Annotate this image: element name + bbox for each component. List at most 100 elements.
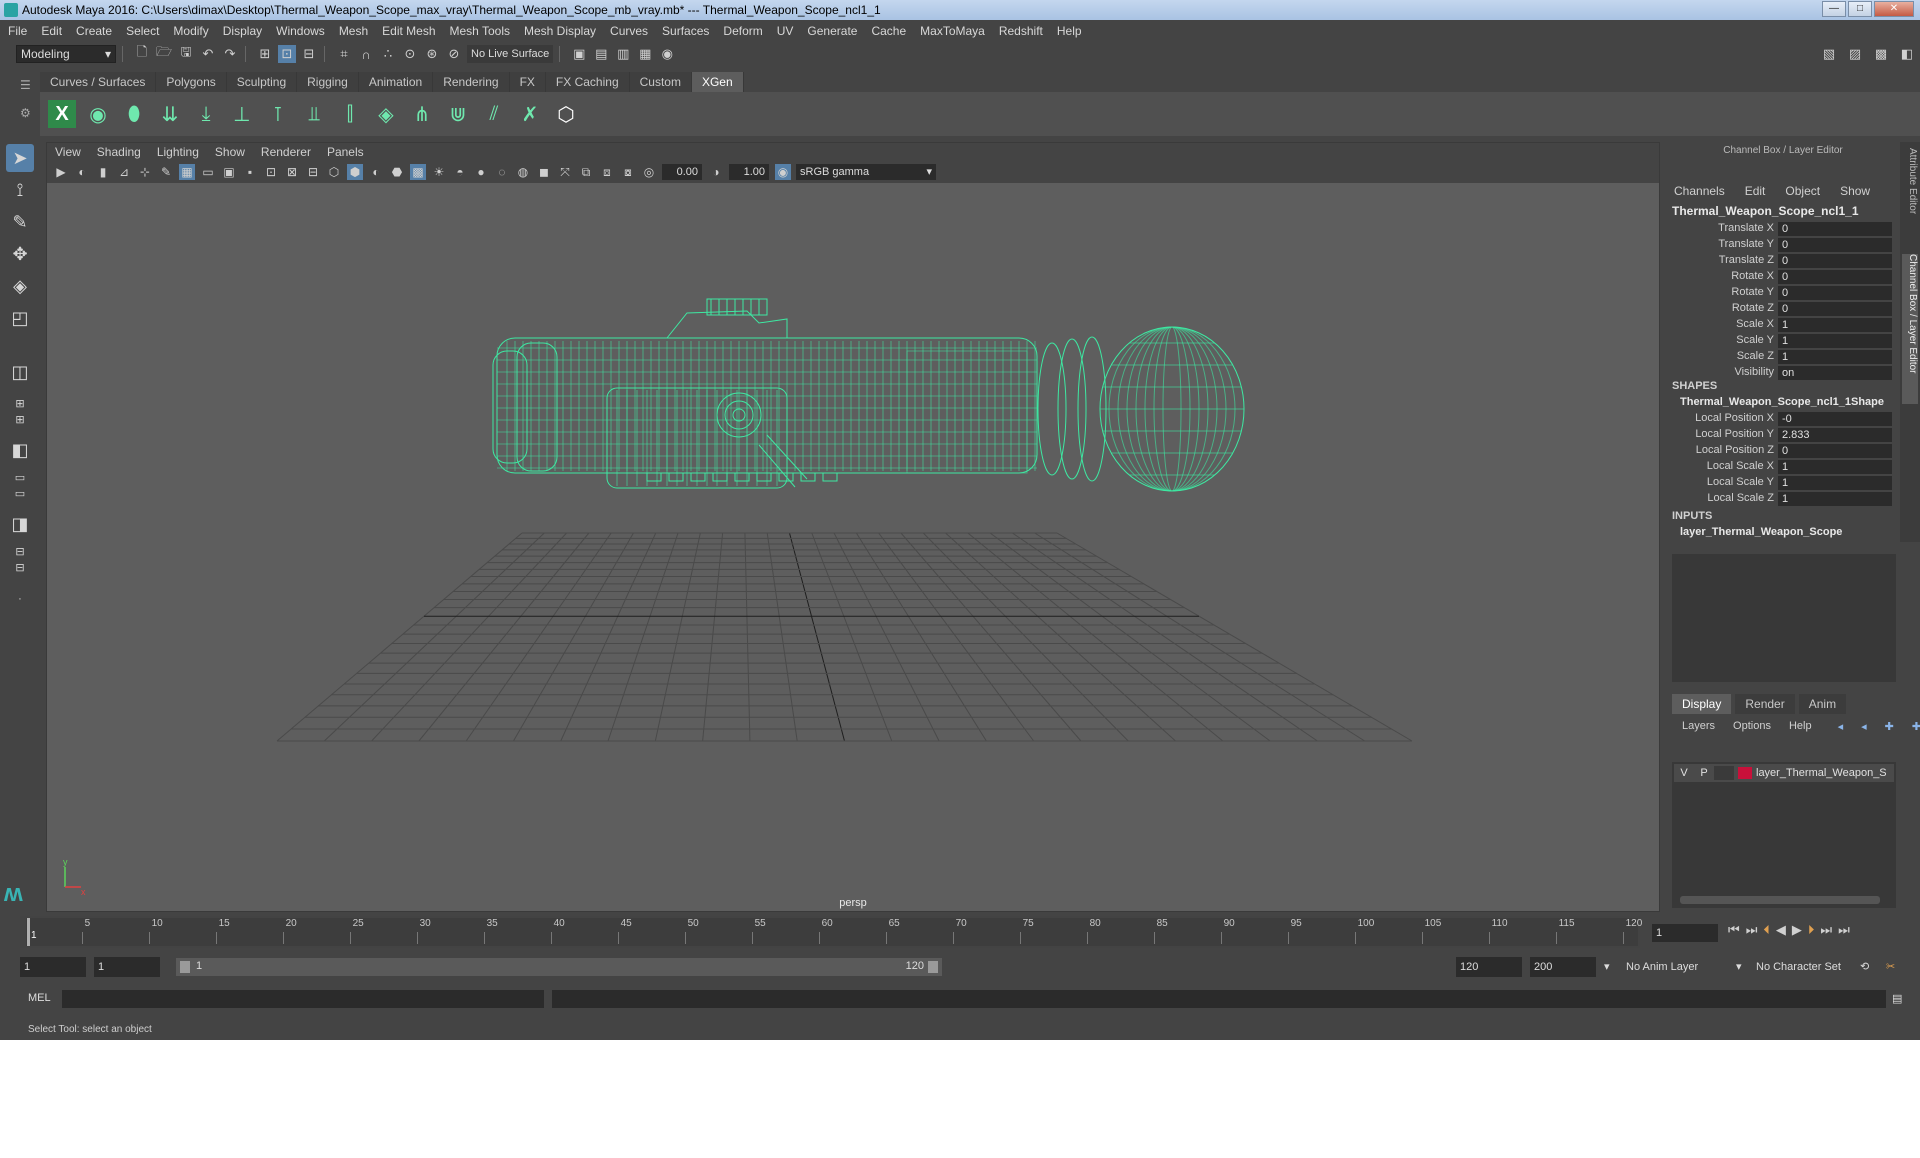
tab-sculpting[interactable]: Sculpting [226, 72, 298, 92]
new-layer-selected-icon[interactable]: ✚ [1912, 720, 1920, 733]
xgen-create-description-icon[interactable]: ⬮ [120, 100, 148, 128]
shape-channel-row[interactable]: Local Position Y 2.833 [1666, 428, 1896, 442]
channel-value[interactable]: 0 [1778, 270, 1892, 284]
xgen-delete-icon[interactable]: ✗ [516, 100, 544, 128]
channel-row[interactable]: Translate X 0 [1666, 222, 1896, 236]
channel-box-tab[interactable]: Channel Box / Layer Editor [1902, 254, 1918, 404]
rotate-tool-icon[interactable]: ◈ [6, 272, 34, 300]
depth-of-field-icon[interactable]: ◼ [536, 164, 552, 180]
channel-value[interactable]: 1 [1778, 334, 1892, 348]
menu-curves[interactable]: Curves [610, 24, 648, 38]
channels-edit-menu[interactable]: Edit [1745, 184, 1766, 198]
layout-four-icon[interactable]: ⊞ [6, 412, 34, 426]
minimize-button[interactable]: — [1822, 1, 1846, 17]
select-object-icon[interactable]: ⊡ [278, 45, 296, 63]
menu-generate[interactable]: Generate [807, 24, 857, 38]
channel-row[interactable]: Rotate Y 0 [1666, 286, 1896, 300]
render-settings-icon[interactable]: ▦ [636, 45, 654, 63]
character-set-dropdown[interactable]: No Character Set [1756, 957, 1868, 977]
layout-persp-outliner-icon[interactable]: ⊟ [6, 544, 34, 558]
channel-row[interactable]: Translate Y 0 [1666, 238, 1896, 252]
channel-value[interactable]: 2.833 [1778, 428, 1892, 442]
step-forward-key-icon[interactable]: ⏭ [1820, 922, 1832, 938]
toolbox-more-icon[interactable]: · [6, 592, 34, 606]
layout-graph-icon[interactable]: ▭ [6, 486, 34, 500]
command-input[interactable] [62, 990, 544, 1008]
shape-channel-row[interactable]: Local Position X -0 [1666, 412, 1896, 426]
current-time-marker[interactable] [27, 918, 30, 946]
new-layer-icon[interactable]: ✚ [1885, 720, 1894, 733]
xgen-scale-guides-icon[interactable]: ⊺ [264, 100, 292, 128]
grease-pencil-icon[interactable]: ✎ [158, 164, 174, 180]
tab-curves-surfaces[interactable]: Curves / Surfaces [40, 72, 157, 92]
layout-persp-graph-icon[interactable]: ⊟ [6, 560, 34, 574]
channel-row[interactable]: Translate Z 0 [1666, 254, 1896, 268]
menu-mesh-tools[interactable]: Mesh Tools [450, 24, 510, 38]
chevron-down-icon[interactable]: ▾ [1736, 957, 1742, 977]
shape-node-name[interactable]: Thermal_Weapon_Scope_ncl1_1Shape [1680, 396, 1884, 408]
film-gate-icon[interactable]: ▭ [200, 164, 216, 180]
layout-outliner-icon[interactable]: ▭ [6, 470, 34, 484]
shape-channel-row[interactable]: Local Scale Z 1 [1666, 492, 1896, 506]
channel-value[interactable]: 0 [1778, 302, 1892, 316]
layer-name[interactable]: layer_Thermal_Weapon_S [1756, 767, 1886, 779]
layout-vertical-icon[interactable]: ◨ [6, 510, 34, 538]
step-forward-frame-icon[interactable]: ⏵ [1808, 922, 1815, 938]
command-language-toggle[interactable]: MEL [28, 992, 51, 1004]
channel-row[interactable]: Scale Y 1 [1666, 334, 1896, 348]
menu-cache[interactable]: Cache [871, 24, 906, 38]
snap-pivot-icon[interactable]: ⊘ [445, 45, 463, 63]
snap-point-icon[interactable]: ∴ [379, 45, 397, 63]
anti-aliasing-icon[interactable]: ◍ [515, 164, 531, 180]
move-layer-down-icon[interactable]: ◂ [1861, 720, 1867, 733]
camera-attributes-icon[interactable]: ◐ [74, 164, 90, 180]
wireframe-icon[interactable]: ⬡ [326, 164, 342, 180]
layer-playback-toggle[interactable]: P [1694, 767, 1714, 779]
channels-object-menu[interactable]: Object [1785, 184, 1820, 198]
xgen-sculpt-guides-icon[interactable]: ⫿ [336, 100, 364, 128]
layer-options-menu[interactable]: Options [1733, 720, 1771, 733]
range-start-handle[interactable] [180, 961, 190, 973]
channel-value[interactable]: 0 [1778, 444, 1892, 458]
menu-surfaces[interactable]: Surfaces [662, 24, 709, 38]
shape-channel-row[interactable]: Local Scale X 1 [1666, 460, 1896, 474]
layer-row[interactable]: V P layer_Thermal_Weapon_S [1674, 764, 1894, 782]
safe-action-icon[interactable]: ⊠ [284, 164, 300, 180]
hypershade-icon[interactable]: ◉ [658, 45, 676, 63]
play-forwards-icon[interactable]: ▶ [1792, 922, 1802, 938]
menu-mesh[interactable]: Mesh [339, 24, 368, 38]
step-back-frame-icon[interactable]: ⏴ [1763, 922, 1770, 938]
smooth-shade-icon[interactable]: ⬢ [347, 164, 363, 180]
tab-custom[interactable]: Custom [629, 72, 692, 92]
channel-value[interactable]: 1 [1778, 492, 1892, 506]
channel-value[interactable]: 0 [1778, 286, 1892, 300]
scale-tool-icon[interactable]: ◰ [6, 304, 34, 332]
viewport-menu-view[interactable]: View [55, 145, 81, 159]
viewport-menu-renderer[interactable]: Renderer [261, 145, 311, 159]
gate-mask-icon[interactable]: ▪ [242, 164, 258, 180]
camera-select-icon[interactable]: ▶ [53, 164, 69, 180]
snap-view-icon[interactable]: ⊙ [401, 45, 419, 63]
layer-display-type-toggle[interactable] [1714, 766, 1734, 780]
menu-redshift[interactable]: Redshift [999, 24, 1043, 38]
maximize-button[interactable]: □ [1848, 1, 1872, 17]
xgen-editor-icon[interactable]: X [48, 100, 76, 128]
thermal-scope-wireframe[interactable] [492, 298, 1245, 492]
animation-end-field[interactable]: 200 [1530, 957, 1596, 977]
snap-grid-icon[interactable]: ⌗ [335, 45, 353, 63]
lasso-tool-icon[interactable]: ⟟ [6, 176, 34, 204]
xgen-hexagon-icon[interactable]: ⬡ [552, 100, 580, 128]
tab-anim-layers[interactable]: Anim [1798, 694, 1847, 714]
layer-visibility-toggle[interactable]: V [1674, 767, 1694, 779]
view-transform-dropdown[interactable]: sRGB gamma ▾ [796, 164, 936, 180]
move-layer-up-icon[interactable]: ◂ [1838, 720, 1844, 733]
channel-row[interactable]: Rotate Z 0 [1666, 302, 1896, 316]
range-slider[interactable]: 1 120 [176, 958, 942, 976]
tab-rendering[interactable]: Rendering [433, 72, 510, 92]
isolate-select-icon[interactable]: ⤧ [557, 164, 573, 180]
shadows-icon[interactable]: ◓ [452, 164, 468, 180]
shape-channel-row[interactable]: Local Position Z 0 [1666, 444, 1896, 458]
image-plane-icon[interactable]: ⊿ [116, 164, 132, 180]
ambient-occlusion-icon[interactable]: ● [473, 164, 489, 180]
menu-display[interactable]: Display [223, 24, 262, 38]
